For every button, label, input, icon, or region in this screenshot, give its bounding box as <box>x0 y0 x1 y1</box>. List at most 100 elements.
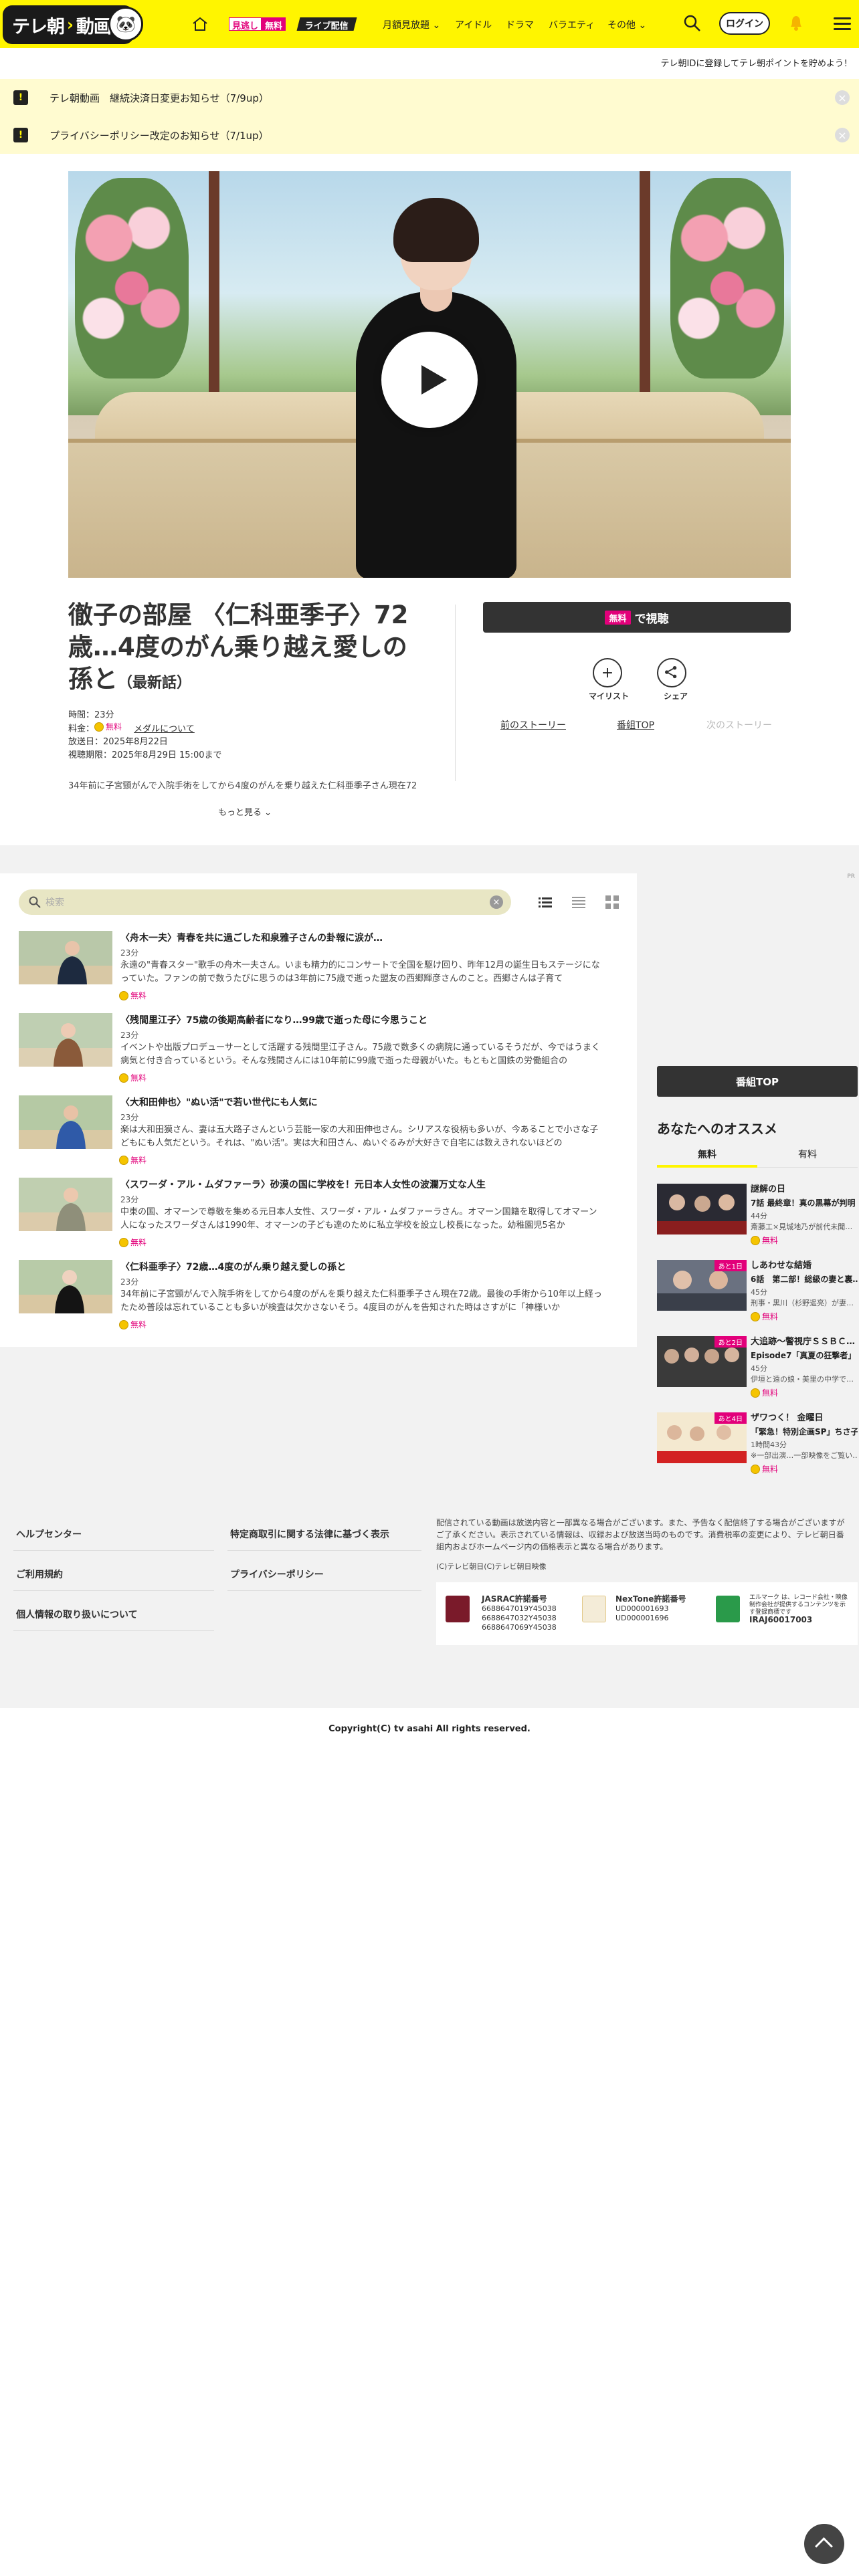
list-item[interactable]: 〈スワーダ・アル・ムダファーラ〉砂漠の国に学校を！元日本人女性の波瀾万丈な人生 … <box>19 1178 621 1251</box>
free-label: 無料 <box>262 17 286 31</box>
search-icon[interactable] <box>682 13 702 33</box>
nav-idol[interactable]: アイドル <box>455 18 492 31</box>
privacy-policy-link[interactable]: プライバシーポリシー <box>230 1568 324 1581</box>
list-view-icon[interactable] <box>538 895 553 909</box>
episode-fee: 料金： 無料 メダルについて <box>68 721 195 734</box>
privacy-handling-link[interactable]: 個人情報の取り扱いについて <box>16 1608 138 1621</box>
nav-drama[interactable]: ドラマ <box>506 18 534 31</box>
show-more-button[interactable]: もっと見る ⌄ <box>218 805 272 818</box>
medal-info-link[interactable]: メダルについて <box>134 724 195 734</box>
free-badge: 無料 <box>119 990 147 1001</box>
episode-thumbnail <box>19 1260 112 1313</box>
home-icon[interactable] <box>191 16 209 32</box>
nextone-logo-icon <box>582 1596 606 1622</box>
episode-title: 徹子の部屋 〈仁科亜季子〉72歳…4度のがん乗り越え愛しの孫と（最新話） <box>68 599 430 700</box>
free-text: 無料 <box>762 1236 779 1245</box>
list-item[interactable]: 〈残間里江子〉75歳の後期高齢者になり…99歳で逝った母に今思うこと 23分 イ… <box>19 1013 621 1087</box>
free-text: 無料 <box>762 1465 779 1474</box>
divider <box>455 605 456 781</box>
play-button[interactable] <box>381 332 478 428</box>
free-text: 無料 <box>130 1073 147 1083</box>
nav-variety[interactable]: バラエティ <box>549 18 595 31</box>
thumbnail-image <box>657 1184 747 1235</box>
chevron-down-icon: ⌄ <box>264 808 272 818</box>
promo-text[interactable]: テレ朝IDに登録してテレ朝ポイントを貯めよう！ <box>661 56 852 69</box>
episode-thumbnail <box>19 1013 112 1067</box>
guest-hair <box>393 198 479 262</box>
free-badge: 無料 <box>119 1319 147 1330</box>
medal-icon <box>119 990 128 1000</box>
share-icon[interactable] <box>657 658 686 687</box>
back-to-top-button[interactable] <box>804 2524 844 2564</box>
chevron-down-icon: ⌄ <box>432 20 441 31</box>
list-item[interactable]: 〈舟木一夫〉青春を共に過ごした和泉雅子さんの卦報に涙が… 23分 永遠の"青春ス… <box>19 931 621 1004</box>
medal-icon <box>119 1319 128 1329</box>
grid-view-icon[interactable] <box>605 895 619 909</box>
fee-label: 料金： <box>68 724 95 734</box>
program-top-button[interactable]: 番組TOP <box>657 1066 858 1097</box>
program-top-link[interactable]: 番組TOP <box>617 718 654 732</box>
recommend-item[interactable]: 謎解の日 7話 最終章！真の黒幕が判明 44分 斎藤工×見城地乃が前代未聞… 無… <box>657 1184 858 1251</box>
recommend-item[interactable]: あと4日 ザワつく！ 金曜日 「緊急！特別企画SP」ちさ子… 1時間43分 ※一… <box>657 1412 858 1479</box>
terms-link[interactable]: ご利用規約 <box>16 1568 63 1581</box>
list-item-duration: 23分 <box>120 948 139 958</box>
nav-other[interactable]: その他 ⌄ <box>607 18 646 31</box>
recommend-thumbnail: あと2日 <box>657 1336 747 1387</box>
l-mark-logo-icon <box>716 1596 740 1622</box>
divider <box>13 1590 214 1591</box>
recommend-item[interactable]: あと1日 しあわせな結婚 6話 第二部！総級の妻と裏… 45分 刑事・黒川（杉野… <box>657 1260 858 1327</box>
catchup-free-button[interactable]: 見逃し 無料 <box>229 17 286 31</box>
commercial-law-link[interactable]: 特定商取引に関する法律に基づく表示 <box>230 1527 389 1541</box>
recommend-description: 伊垣と遠の娘・美里の中学で… <box>751 1375 854 1384</box>
jasrac-number: 6688647019Y45038 <box>482 1604 557 1613</box>
live-label: ライブ配信 <box>304 21 349 31</box>
site-logo[interactable]: テレ朝 › 動画 🐼 <box>3 5 143 44</box>
prev-story-link[interactable]: 前のストーリー <box>500 718 566 732</box>
close-icon[interactable]: × <box>835 90 850 105</box>
watch-button[interactable]: 無料 で視聴 <box>483 602 791 633</box>
free-text: 無料 <box>130 1320 147 1329</box>
notice-icon: ! <box>13 90 28 105</box>
list-item[interactable]: 〈仁科亜季子〉72歳…4度のがん乗り越え愛しの孫と 23分 34年前に子宮頸がん… <box>19 1260 621 1333</box>
nav-subscription[interactable]: 月額見放題 ⌄ <box>383 18 440 31</box>
search-bar[interactable]: 検索 × <box>19 889 511 915</box>
more-label: もっと見る <box>218 808 262 818</box>
live-button[interactable]: ライブ配信 <box>296 17 357 31</box>
free-badge: 無料 <box>751 1235 778 1246</box>
tab-free[interactable]: 無料 <box>657 1148 757 1168</box>
recommend-item[interactable]: あと2日 大追跡～警視庁ＳＳＢＣ… Episode7「真夏の狂撃者」 45分 伊… <box>657 1336 858 1403</box>
medal-icon <box>119 1155 128 1165</box>
mylist-label: マイリスト <box>589 691 630 701</box>
recommend-title: ザワつく！ 金曜日 <box>751 1413 824 1423</box>
list-item-description: 34年前に子宮頸がんで入院手術をしてから4度のがんを乗り越えた仁科亜季子さん現在… <box>120 1289 602 1313</box>
copyright: Copyright(C) tv asahi All rights reserve… <box>328 1724 531 1734</box>
medal-icon <box>119 1073 128 1083</box>
list-item-description: 中東の国、オマーンで尊敬を集める元日本人女性、スワーダ・アル・ムダファーラさん。… <box>120 1207 597 1230</box>
compact-view-icon[interactable] <box>571 895 586 909</box>
recommend-subtitle: 6話 第二部！総級の妻と裏… <box>751 1275 858 1284</box>
plus-icon[interactable]: + <box>593 658 622 687</box>
notice-bar[interactable]: ! テレ朝動画 継続決済日変更お知らせ（7/9up） × <box>0 79 859 116</box>
tab-paid[interactable]: 有料 <box>757 1148 858 1161</box>
recommend-subtitle: Episode7「真夏の狂撃者」 <box>751 1351 856 1360</box>
free-badge: 無料 <box>94 721 122 732</box>
flower-arrangement <box>75 178 189 379</box>
mascot-icon: 🐼 <box>108 7 143 41</box>
search-input[interactable]: 検索 <box>45 895 64 909</box>
video-player[interactable] <box>68 171 791 578</box>
login-button[interactable]: ログイン <box>719 12 770 35</box>
clear-icon[interactable]: × <box>490 895 503 909</box>
list-item-title: 〈残間里江子〉75歳の後期高齢者になり…99歳で逝った母に今思うこと <box>120 1015 427 1026</box>
menu-icon[interactable] <box>834 17 851 31</box>
help-center-link[interactable]: ヘルプセンター <box>16 1527 82 1541</box>
bell-icon[interactable] <box>788 12 804 33</box>
recommend-heading: あなたへのオススメ <box>657 1121 777 1137</box>
list-item[interactable]: 〈大和田伸也〉"ぬい活"で若い世代にも人気に 23分 楽は大和田獏さん、妻は五大… <box>19 1095 621 1169</box>
close-icon[interactable]: × <box>835 128 850 142</box>
episode-air-date: 放送日：2025年8月22日 <box>68 737 168 747</box>
divider <box>227 1590 421 1591</box>
medal-icon <box>751 1311 760 1321</box>
notice-icon: ! <box>13 128 28 142</box>
notice-bar[interactable]: ! プライバシーポリシー改定のお知らせ（7/1up） × <box>0 116 859 154</box>
catchup-label: 見逃し <box>229 17 262 31</box>
